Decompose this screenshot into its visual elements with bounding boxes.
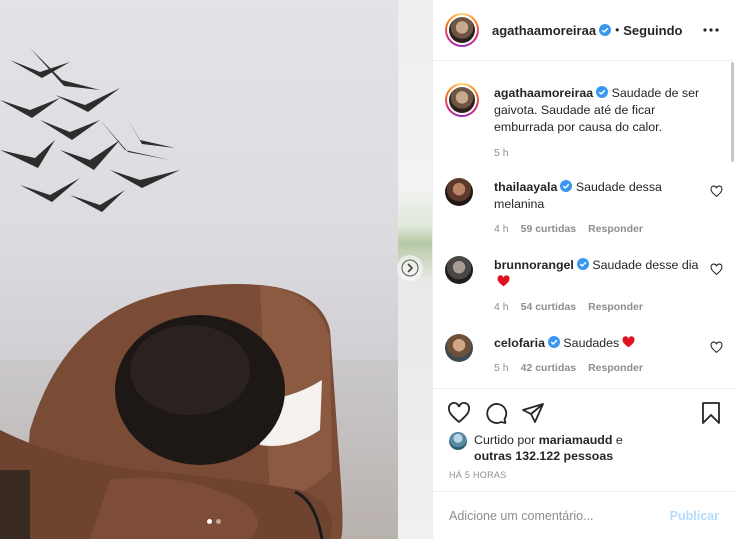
verified-badge-icon — [599, 24, 612, 36]
comment-likes[interactable]: 54 curtidas — [521, 301, 576, 313]
caption-body: agathaamoreiraa Saudade de ser gaivota. … — [494, 85, 709, 136]
comment-time[interactable]: 4 h — [494, 223, 509, 235]
comment-text: Saudades — [563, 336, 620, 350]
comment-item: thailaayala Saudade dessa melanina 4 h 5… — [445, 178, 725, 242]
heart-icon[interactable] — [710, 185, 723, 198]
comment-username[interactable]: celofaria — [494, 336, 545, 350]
avatar — [449, 87, 475, 113]
verified-badge-icon — [596, 86, 609, 98]
reply-button[interactable]: Responder — [588, 301, 643, 313]
photo-scene — [0, 48, 432, 539]
red-heart-emoji-icon — [622, 336, 635, 348]
comment-icon[interactable] — [484, 401, 508, 425]
avatar[interactable] — [445, 334, 473, 362]
liked-by-prefix: Curtido por — [474, 433, 536, 447]
caption-username[interactable]: agathaamoreiraa — [494, 86, 593, 100]
bookmark-icon[interactable] — [699, 401, 723, 425]
liked-by-user[interactable]: mariamaudd — [539, 433, 613, 447]
post-header: agathaamoreiraa • Seguindo — [433, 0, 734, 61]
comment-meta: 4 h 54 curtidas Responder — [494, 301, 643, 313]
comment-input[interactable]: Adicione um comentário... — [449, 509, 670, 523]
verified-badge-icon — [560, 180, 573, 192]
bird-wall-art — [0, 48, 180, 212]
post-photo[interactable] — [0, 0, 432, 539]
paper-plane-icon[interactable] — [521, 401, 545, 425]
post-timestamp[interactable]: HÁ 5 HORAS — [449, 470, 507, 480]
comment-meta: 5 h 42 curtidas Responder — [494, 362, 643, 374]
avatar[interactable] — [449, 432, 467, 450]
carousel-dot-active — [207, 519, 212, 524]
post-side-panel: agathaamoreiraa • Seguindo agathaamoreir… — [432, 0, 734, 539]
avatar[interactable] — [445, 178, 473, 206]
comment-item: brunnorangel Saudade desse dia 4 h 54 cu… — [445, 256, 725, 320]
comment-meta: 4 h 59 curtidas Responder — [494, 223, 643, 235]
follow-separator: • — [615, 23, 620, 37]
reply-button[interactable]: Responder — [588, 223, 643, 235]
instagram-post-view: agathaamoreiraa • Seguindo agathaamoreir… — [0, 0, 734, 539]
more-options-button[interactable] — [701, 20, 721, 40]
reply-button[interactable]: Responder — [588, 362, 643, 374]
next-image-button[interactable] — [397, 255, 423, 281]
caption: agathaamoreiraa Saudade de ser gaivota. … — [445, 83, 725, 163]
comment-body: celofaria Saudades — [494, 335, 704, 352]
caption-time[interactable]: 5 h — [494, 147, 509, 159]
post-actions: Curtido por mariamaudd e outras 132.122 … — [433, 388, 734, 492]
comment-body: thailaayala Saudade dessa melanina — [494, 179, 704, 213]
liked-by-and: e — [615, 433, 623, 447]
following-button[interactable]: Seguindo — [623, 23, 682, 38]
liked-by-text: Curtido por mariamaudd e outras 132.122 … — [474, 432, 623, 464]
comment-time[interactable]: 4 h — [494, 301, 509, 313]
caption-story-ring[interactable] — [445, 83, 479, 117]
red-heart-emoji-icon — [497, 275, 510, 287]
comments-list[interactable]: agathaamoreiraa Saudade de ser gaivota. … — [433, 61, 734, 388]
caption-meta: 5 h — [494, 147, 509, 159]
heart-icon[interactable] — [710, 263, 723, 276]
comment-body: brunnorangel Saudade desse dia — [494, 257, 704, 291]
heart-icon[interactable] — [710, 341, 723, 354]
comment-username[interactable]: brunnorangel — [494, 258, 574, 272]
story-ring[interactable] — [445, 13, 479, 47]
comment-time[interactable]: 5 h — [494, 362, 509, 374]
verified-badge-icon — [547, 336, 560, 348]
publish-button[interactable]: Publicar — [670, 509, 719, 523]
comment-item: celofaria Saudades 5 h 42 curtidas Respo… — [445, 334, 725, 388]
comment-text: Saudade desse dia — [592, 258, 699, 272]
more-options-icon — [703, 28, 719, 32]
comment-likes[interactable]: 59 curtidas — [521, 223, 576, 235]
avatar[interactable] — [445, 256, 473, 284]
comment-likes[interactable]: 42 curtidas — [521, 362, 576, 374]
comment-username[interactable]: thailaayala — [494, 180, 557, 194]
chevron-right-icon — [401, 259, 419, 277]
heart-icon[interactable] — [447, 401, 471, 425]
add-comment-bar: Adicione um comentário... Publicar — [433, 491, 734, 539]
carousel-dot — [216, 519, 221, 524]
liked-by-others[interactable]: outras 132.122 pessoas — [474, 449, 613, 463]
carousel-indicator — [207, 519, 221, 524]
author-username[interactable]: agathaamoreiraa — [492, 23, 596, 38]
verified-badge-icon — [576, 258, 589, 270]
avatar — [449, 17, 475, 43]
liked-by: Curtido por mariamaudd e outras 132.122 … — [449, 432, 623, 464]
